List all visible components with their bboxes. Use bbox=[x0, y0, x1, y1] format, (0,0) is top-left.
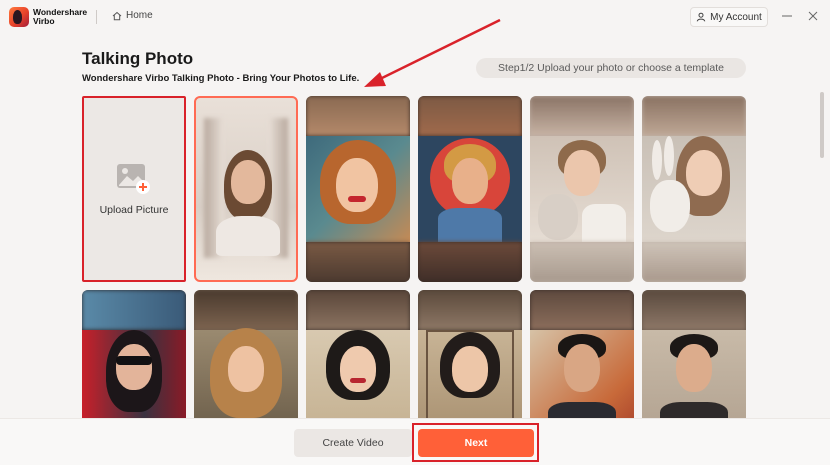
virbo-logo-icon bbox=[9, 7, 29, 27]
page-subtitle: Wondershare Virbo Talking Photo - Bring … bbox=[82, 73, 360, 84]
my-account-label: My Account bbox=[710, 11, 762, 23]
step-indicator: Step1/2 Upload your photo or choose a te… bbox=[476, 58, 746, 78]
page-title: Talking Photo bbox=[82, 49, 194, 68]
template-woman-curls[interactable] bbox=[194, 290, 298, 418]
close-icon[interactable] bbox=[806, 9, 820, 23]
template-woman-sunglasses[interactable] bbox=[82, 290, 186, 418]
template-vintage-pinup[interactable] bbox=[306, 96, 410, 282]
template-girl-bunny[interactable] bbox=[642, 96, 746, 282]
brand-name: Wondershare Virbo bbox=[33, 8, 87, 26]
brand-line-2: Virbo bbox=[33, 16, 55, 26]
title-bar: Wondershare Virbo Home My Account bbox=[0, 0, 830, 34]
template-smiling-man-red[interactable] bbox=[418, 96, 522, 282]
image-add-icon bbox=[117, 163, 150, 194]
scrollbar[interactable] bbox=[820, 92, 824, 158]
template-woman-mirror[interactable] bbox=[194, 96, 298, 282]
home-button[interactable]: Home bbox=[112, 10, 153, 21]
template-grid: Upload Picture bbox=[82, 96, 746, 418]
template-man-smile[interactable] bbox=[642, 290, 746, 418]
template-vintage-woman-2[interactable] bbox=[418, 290, 522, 418]
next-button[interactable]: Next bbox=[418, 429, 534, 457]
app-window: Wondershare Virbo Home My Account Talkin… bbox=[0, 0, 830, 465]
minimize-icon[interactable] bbox=[780, 9, 794, 23]
home-label: Home bbox=[126, 10, 153, 21]
template-vintage-woman-1[interactable] bbox=[306, 290, 410, 418]
user-icon bbox=[696, 12, 706, 22]
home-icon bbox=[112, 11, 122, 20]
upload-picture-label: Upload Picture bbox=[99, 203, 169, 216]
create-video-button[interactable]: Create Video bbox=[294, 429, 412, 457]
my-account-button[interactable]: My Account bbox=[690, 7, 768, 27]
template-man-suit[interactable] bbox=[530, 290, 634, 418]
upload-picture-button[interactable]: Upload Picture bbox=[82, 96, 186, 282]
title-divider bbox=[96, 10, 97, 24]
template-boy-bunny[interactable] bbox=[530, 96, 634, 282]
